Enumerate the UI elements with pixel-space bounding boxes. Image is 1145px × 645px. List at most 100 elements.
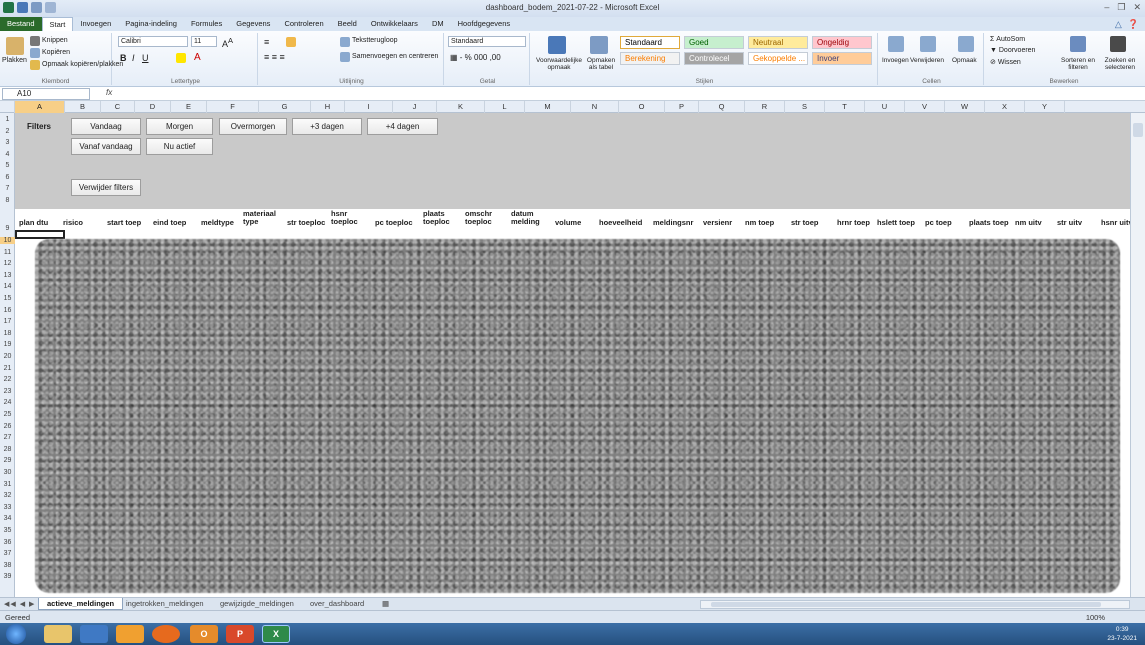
table-header-cell[interactable]: hoeveelheid <box>599 219 653 227</box>
cell-style-item[interactable]: Neutraal <box>748 36 808 49</box>
cell-style-item[interactable]: Ongeldig <box>812 36 872 49</box>
row-header[interactable]: 12 <box>0 260 15 267</box>
wrap-text-button[interactable]: Tekstterugloop <box>352 37 398 44</box>
row-header[interactable]: 28 <box>0 446 15 453</box>
fill-button[interactable]: ▼ Doorvoeren <box>990 47 1035 54</box>
column-header[interactable]: Q <box>699 101 745 113</box>
filter-tomorrow-button[interactable]: Morgen <box>146 118 213 135</box>
explorer-icon[interactable] <box>44 625 72 643</box>
column-header[interactable]: P <box>665 101 699 113</box>
name-box[interactable]: A10 <box>2 88 90 100</box>
close-icon[interactable]: ✕ <box>1133 2 1141 13</box>
format-cells-icon[interactable] <box>958 36 974 52</box>
table-header-cell[interactable]: nm uitv <box>1015 219 1057 227</box>
app-icon[interactable] <box>80 625 108 643</box>
cell-style-item[interactable]: Berekening <box>620 52 680 65</box>
number-format-combo[interactable]: Standaard <box>448 36 526 47</box>
row-header[interactable]: 31 <box>0 481 15 488</box>
column-header[interactable]: R <box>745 101 785 113</box>
cut-icon[interactable] <box>30 36 40 46</box>
column-header[interactable]: K <box>437 101 485 113</box>
row-header[interactable]: 15 <box>0 295 15 302</box>
column-header[interactable]: N <box>571 101 619 113</box>
row-header[interactable]: 23 <box>0 388 15 395</box>
row-header[interactable]: 10 <box>0 237 15 244</box>
row-header[interactable]: 16 <box>0 307 15 314</box>
font-size-combo[interactable]: 11 <box>191 36 217 47</box>
cell-style-item[interactable]: Goed <box>684 36 744 49</box>
excel-taskbar-icon[interactable]: X <box>262 625 290 643</box>
column-header[interactable]: H <box>311 101 345 113</box>
row-header[interactable]: 34 <box>0 515 15 522</box>
italic-button[interactable]: I <box>132 53 135 63</box>
row-header[interactable]: 11 <box>0 249 15 256</box>
column-header[interactable]: M <box>525 101 571 113</box>
row-header[interactable]: 9 <box>0 225 15 232</box>
underline-button[interactable]: U <box>142 53 149 63</box>
cell-style-item[interactable]: Standaard <box>620 36 680 49</box>
column-header[interactable]: O <box>619 101 665 113</box>
table-header-cell[interactable]: start toep <box>107 219 153 227</box>
zoom-level[interactable]: 100% <box>1086 613 1105 622</box>
column-header[interactable]: S <box>785 101 825 113</box>
cell-style-item[interactable]: Controlecel <box>684 52 744 65</box>
row-header[interactable]: 4 <box>0 151 15 158</box>
grow-font-button[interactable]: AA <box>222 36 233 49</box>
column-header[interactable]: Y <box>1025 101 1065 113</box>
tab-formulas[interactable]: Formules <box>184 17 229 31</box>
clear-button[interactable]: ⊘ Wissen <box>990 58 1021 66</box>
row-header[interactable]: 6 <box>0 174 15 181</box>
powerpoint-icon[interactable]: P <box>226 625 254 643</box>
table-header-cell[interactable]: str uitv <box>1057 219 1101 227</box>
autosum-button[interactable]: Σ AutoSom <box>990 36 1025 43</box>
minimize-ribbon-icon[interactable]: △ <box>1115 19 1122 30</box>
table-header-cell[interactable]: omschr toeploc <box>465 210 511 226</box>
minimize-icon[interactable]: – <box>1104 2 1109 13</box>
vertical-scroll-thumb[interactable] <box>1133 123 1143 137</box>
table-header-cell[interactable]: pc toep <box>925 219 969 227</box>
paint-icon[interactable] <box>116 625 144 643</box>
row-header[interactable]: 29 <box>0 457 15 464</box>
filter-plus3-days-button[interactable]: +3 dagen <box>292 118 362 135</box>
column-header[interactable]: B <box>65 101 101 113</box>
table-header-cell[interactable]: plaats toep <box>969 219 1015 227</box>
number-format-buttons[interactable]: ▦ - % 000 ,00 <box>450 53 501 62</box>
find-select-icon[interactable] <box>1110 36 1126 52</box>
table-header-cell[interactable]: meldingsnr <box>653 219 703 227</box>
table-header-cell[interactable]: materiaal type <box>243 210 287 226</box>
row-header[interactable]: 8 <box>0 197 15 204</box>
column-header[interactable]: V <box>905 101 945 113</box>
table-header-cell[interactable]: pc toeploc <box>375 219 423 227</box>
fx-icon[interactable]: fx <box>106 88 112 97</box>
row-header[interactable]: 3 <box>0 139 15 146</box>
tab-start[interactable]: Start <box>41 17 74 31</box>
insert-cells-icon[interactable] <box>888 36 904 52</box>
sheet-tab-changed-reports[interactable]: gewijzigde_meldingen <box>212 598 302 610</box>
row-header[interactable]: 19 <box>0 341 15 348</box>
column-header[interactable]: E <box>171 101 207 113</box>
format-painter-button[interactable]: Opmaak kopiëren/plakken <box>42 61 123 68</box>
font-name-combo[interactable]: Calibri <box>118 36 188 47</box>
paste-icon[interactable] <box>6 37 24 55</box>
tab-file[interactable]: Bestand <box>0 17 42 31</box>
tab-view[interactable]: Beeld <box>331 17 364 31</box>
tab-insert[interactable]: Invoegen <box>73 17 118 31</box>
column-header[interactable]: I <box>345 101 393 113</box>
row-header[interactable]: 21 <box>0 365 15 372</box>
align-top-icon[interactable]: ≡ <box>264 37 269 47</box>
row-header[interactable]: 18 <box>0 330 15 337</box>
column-header[interactable]: L <box>485 101 525 113</box>
table-header-cell[interactable]: hslett toep <box>877 219 925 227</box>
sheet-tab-active-reports[interactable]: actieve_meldingen <box>38 598 124 610</box>
new-sheet-icon[interactable]: ▦ <box>374 598 397 610</box>
horizontal-scroll-thumb[interactable] <box>711 602 1101 607</box>
bold-button[interactable]: B <box>120 53 127 63</box>
filter-plus4-days-button[interactable]: +4 dagen <box>367 118 438 135</box>
row-header[interactable]: 2 <box>0 128 15 135</box>
table-header-cell[interactable]: volume <box>555 219 599 227</box>
font-color-button[interactable]: A <box>194 52 201 63</box>
copy-icon[interactable] <box>30 48 40 58</box>
row-header[interactable]: 24 <box>0 399 15 406</box>
copy-button[interactable]: Kopiëren <box>42 49 70 56</box>
table-header-cell[interactable]: eind toep <box>153 219 201 227</box>
